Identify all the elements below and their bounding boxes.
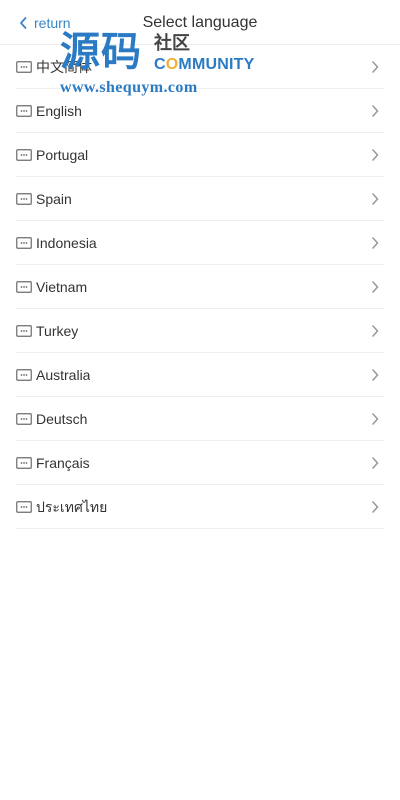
language-label: Indonesia [36, 234, 97, 251]
chevron-right-icon [368, 192, 382, 206]
language-label: Spain [36, 190, 72, 207]
language-label: Australia [36, 366, 91, 383]
language-label: ประเทศไทย [36, 498, 108, 515]
list-item[interactable]: Français [16, 441, 384, 485]
language-card-icon [16, 280, 32, 293]
page-title: Select language [142, 14, 258, 31]
chevron-right-icon [368, 456, 382, 470]
chevron-right-icon [368, 104, 382, 118]
chevron-right-icon [368, 368, 382, 382]
list-item[interactable]: Spain [16, 177, 384, 221]
language-card-icon [16, 500, 32, 513]
chevron-right-icon [368, 148, 382, 162]
language-card-icon [16, 192, 32, 205]
language-card-icon [16, 324, 32, 337]
language-card-icon [16, 368, 32, 381]
language-card-icon [16, 104, 32, 117]
list-item[interactable]: Australia [16, 353, 384, 397]
list-item[interactable]: Indonesia [16, 221, 384, 265]
language-card-icon [16, 456, 32, 469]
list-item[interactable]: ประเทศไทย [16, 485, 384, 529]
language-label: Vietnam [36, 278, 88, 295]
language-card-icon [16, 236, 32, 249]
list-item[interactable]: Portugal [16, 133, 384, 177]
chevron-right-icon [368, 236, 382, 250]
language-label: Deutsch [36, 410, 88, 427]
language-label: Turkey [36, 322, 79, 339]
chevron-right-icon [368, 60, 382, 74]
language-label: English [36, 102, 82, 119]
list-item[interactable]: Deutsch [16, 397, 384, 441]
language-card-icon [16, 148, 32, 161]
chevron-right-icon [368, 280, 382, 294]
list-item[interactable]: English [16, 89, 384, 133]
app-header: return Select language [0, 0, 400, 45]
language-label: Français [36, 454, 90, 471]
chevron-right-icon [368, 412, 382, 426]
language-label: 中文简体 [36, 58, 92, 75]
language-list: 中文简体 English Portugal Spain Indonesia Vi… [16, 45, 384, 529]
language-card-icon [16, 60, 32, 73]
list-item[interactable]: Turkey [16, 309, 384, 353]
chevron-right-icon [368, 500, 382, 514]
list-item[interactable]: Vietnam [16, 265, 384, 309]
language-select-page: return Select language 中文简体 English Port… [0, 0, 400, 800]
list-item[interactable]: 中文简体 [16, 45, 384, 89]
language-label: Portugal [36, 146, 89, 163]
language-card-icon [16, 412, 32, 425]
chevron-right-icon [368, 324, 382, 338]
